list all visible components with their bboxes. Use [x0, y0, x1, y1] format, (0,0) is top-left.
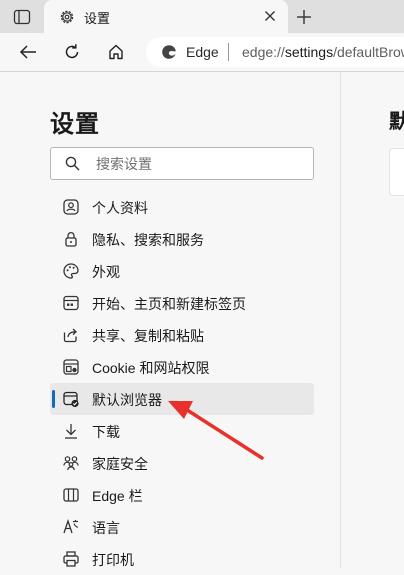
url-host: settings	[284, 44, 334, 60]
back-arrow-icon	[19, 45, 36, 59]
back-button[interactable]	[16, 41, 40, 63]
page-title: 默认浏览器	[389, 111, 404, 133]
gear-icon	[58, 8, 76, 26]
settings-title: 设置	[50, 111, 100, 138]
default-browser-icon	[62, 390, 80, 408]
plus-icon	[297, 10, 311, 24]
tab-title: 设置	[84, 11, 111, 26]
url-text: edge://settings/defaultBrowser	[242, 44, 404, 60]
sidebar-item-label: 开始、主页和新建标签页	[92, 296, 246, 312]
search-icon	[65, 156, 80, 171]
sidebar-item-profiles[interactable]: 个人资料	[50, 191, 314, 223]
sidebar-item-label: 个人资料	[92, 200, 148, 216]
family-icon	[62, 454, 80, 472]
download-icon	[62, 422, 80, 440]
settings-main-panel: 默认浏览器	[341, 72, 404, 568]
settings-nav: 个人资料 隐私、搜索和服务 外观 开始、主页和新建标签页 共享、复制和粘贴 Co…	[50, 191, 314, 575]
close-tab-icon[interactable]	[263, 9, 277, 23]
settings-search-input[interactable]: 搜索设置	[50, 147, 314, 180]
share-icon	[62, 326, 80, 344]
sidebar-item-cookies-permissions[interactable]: Cookie 和网站权限	[50, 351, 314, 383]
start-page-icon	[62, 294, 80, 312]
refresh-button[interactable]	[60, 41, 84, 63]
sidebar-item-label: 家庭安全	[92, 456, 148, 472]
url-prefix: edge://	[242, 44, 285, 60]
settings-card	[389, 148, 404, 196]
tab-actions-button[interactable]	[8, 6, 36, 28]
profile-icon	[62, 198, 80, 216]
sidebar-item-label: Cookie 和网站权限	[92, 360, 210, 376]
sidebar-item-label: 共享、复制和粘贴	[92, 328, 204, 344]
search-placeholder: 搜索设置	[96, 156, 152, 172]
browser-toolbar: Edge edge://settings/defaultBrowser	[0, 33, 404, 72]
sidebar-item-printers[interactable]: 打印机	[50, 543, 314, 575]
sidebar-item-languages[interactable]: 语言	[50, 511, 314, 543]
sidebar-item-label: 默认浏览器	[92, 392, 162, 408]
edge-bar-icon	[62, 486, 80, 504]
language-icon	[62, 518, 80, 536]
site-permissions-icon	[62, 358, 80, 376]
sidebar-item-label: 下载	[92, 424, 120, 440]
printer-icon	[62, 550, 80, 568]
site-identity-label: Edge	[186, 44, 219, 60]
edge-logo-icon	[161, 44, 177, 60]
sidebar-item-label: 语言	[92, 520, 120, 536]
sidebar-item-label: 隐私、搜索和服务	[92, 232, 204, 248]
home-button[interactable]	[104, 41, 128, 63]
sidebar-item-start-home-newtab[interactable]: 开始、主页和新建标签页	[50, 287, 314, 319]
sidebar-item-edge-bar[interactable]: Edge 栏	[50, 479, 314, 511]
address-bar[interactable]: Edge edge://settings/defaultBrowser	[146, 37, 404, 67]
sidebar-item-default-browser[interactable]: 默认浏览器	[50, 383, 314, 415]
refresh-icon	[65, 44, 79, 59]
tab-actions-icon	[13, 9, 31, 25]
active-indicator	[52, 390, 55, 408]
sidebar-item-appearance[interactable]: 外观	[50, 255, 314, 287]
home-icon	[109, 44, 123, 60]
sidebar-item-privacy[interactable]: 隐私、搜索和服务	[50, 223, 314, 255]
new-tab-button[interactable]	[293, 6, 315, 28]
sidebar-item-share-copy-paste[interactable]: 共享、复制和粘贴	[50, 319, 314, 351]
tab-strip: 设置	[0, 0, 404, 33]
url-path: /defaultBrowser	[333, 44, 404, 60]
lock-icon	[62, 230, 80, 248]
address-separator	[228, 43, 229, 61]
sidebar-item-label: 外观	[92, 264, 120, 280]
settings-content: 设置 搜索设置 个人资料 隐私、搜索和服务 外观 开始、主页和新建标签页 共享、…	[0, 72, 404, 568]
browser-tab-settings[interactable]: 设置	[44, 0, 288, 33]
sidebar-item-family-safety[interactable]: 家庭安全	[50, 447, 314, 479]
settings-sidebar: 设置 搜索设置 个人资料 隐私、搜索和服务 外观 开始、主页和新建标签页 共享、…	[0, 72, 340, 568]
sidebar-item-label: 打印机	[92, 552, 134, 568]
sidebar-item-downloads[interactable]: 下载	[50, 415, 314, 447]
palette-icon	[62, 262, 80, 280]
sidebar-item-label: Edge 栏	[92, 488, 143, 504]
